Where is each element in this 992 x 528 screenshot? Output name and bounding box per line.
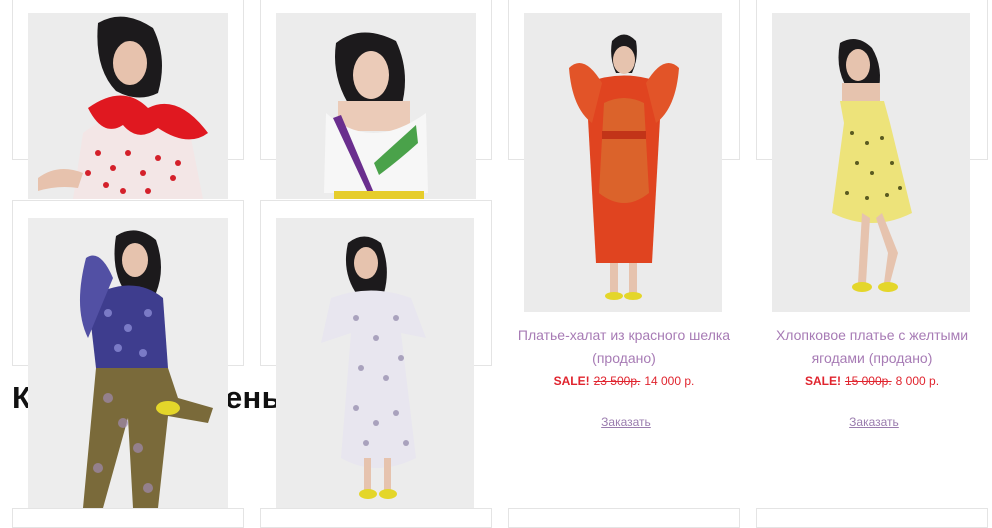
new-price: 8 000 р. xyxy=(895,374,940,388)
order-button[interactable]: Заказать xyxy=(510,415,742,429)
product-card xyxy=(756,508,988,528)
product-image[interactable] xyxy=(28,218,228,508)
sale-badge: SALE! xyxy=(553,374,590,388)
product-price: SALE! 15 000р. 8 000 р. xyxy=(756,374,988,388)
new-price: 14 000 р. xyxy=(644,374,695,388)
product-card xyxy=(508,508,740,528)
product-image[interactable] xyxy=(524,13,722,312)
product-card xyxy=(12,508,244,528)
product-image[interactable] xyxy=(276,13,476,199)
product-name-link[interactable]: Платье-халат из красного шелка (продано) xyxy=(508,324,740,370)
order-button[interactable]: Заказать xyxy=(758,415,990,429)
product-image[interactable] xyxy=(28,13,228,199)
sale-badge: SALE! xyxy=(804,374,841,388)
old-price: 15 000р. xyxy=(844,374,892,388)
product-price: SALE! 23 500р. 14 000 р. xyxy=(508,374,740,388)
product-image[interactable] xyxy=(772,13,970,312)
old-price: 23 500р. xyxy=(593,374,641,388)
product-card xyxy=(260,508,492,528)
product-name-link[interactable]: Хлопковое платье с желтыми ягодами (прод… xyxy=(756,324,988,370)
product-image[interactable] xyxy=(276,218,474,508)
